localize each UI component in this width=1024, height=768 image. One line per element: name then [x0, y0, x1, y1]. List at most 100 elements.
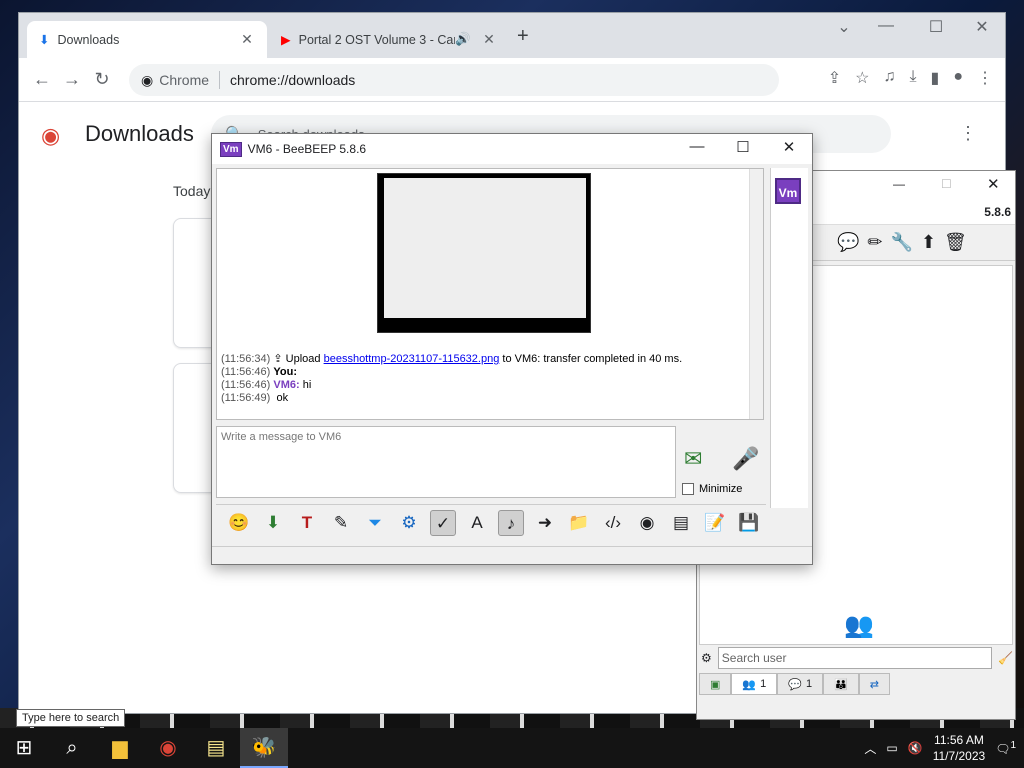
notepad-icon[interactable]: ▤: [192, 728, 240, 768]
browser-toolbar: ← → ↻ ◉ Chrome chrome://downloads ⇪ ☆ ♫ …: [19, 58, 1005, 102]
upload-icon[interactable]: ⬆: [921, 232, 936, 253]
chat-titlebar: Vm VM6 - BeeBEEP 5.8.6 — ☐ ✕: [212, 134, 812, 164]
tab-users[interactable]: 👥 1: [731, 673, 778, 695]
screenshot-thumbnail[interactable]: [377, 173, 591, 333]
tools-icon[interactable]: 🔧: [891, 232, 913, 253]
omnibox-divider: [219, 71, 221, 89]
taskbar-search-hint: Type here to search: [16, 709, 126, 727]
message-input[interactable]: Write a message to VM6: [216, 426, 676, 498]
member-avatar[interactable]: Vm: [775, 178, 801, 204]
users-icon: 👥: [742, 678, 757, 691]
chat-icon[interactable]: 💬: [837, 232, 859, 253]
date-section-today: Today: [173, 183, 211, 199]
font-icon[interactable]: T: [294, 510, 320, 536]
bookmark-star-icon[interactable]: ☆: [855, 68, 869, 88]
color-icon[interactable]: ✎: [328, 510, 354, 536]
minimize-button[interactable]: —: [869, 17, 903, 35]
filter-icon[interactable]: ⏷: [362, 510, 388, 536]
vm-app-icon: Vm: [220, 141, 242, 157]
chrome-logo-icon: ◉: [41, 123, 61, 148]
send-folder-icon[interactable]: 📁: [566, 510, 592, 536]
chrome-icon: ◉: [141, 71, 154, 88]
file-explorer-icon[interactable]: ▆: [96, 728, 144, 768]
tab-groups[interactable]: 👪: [823, 673, 859, 695]
new-tab-button[interactable]: +: [517, 25, 529, 48]
notification-center-icon[interactable]: 🗨1: [995, 740, 1016, 756]
menu-dots-icon[interactable]: ⋮: [977, 68, 993, 88]
maximize-button[interactable]: ☐: [720, 138, 766, 156]
upload-icon: ⇪: [273, 353, 286, 365]
spellcheck-icon[interactable]: ✓: [430, 509, 456, 536]
maximize-button[interactable]: ☐: [941, 177, 952, 191]
nudge-icon[interactable]: ⬇: [260, 510, 286, 536]
tab-title: Portal 2 OST Volume 3 - Car: [298, 32, 456, 47]
side-panel-icon[interactable]: ▮: [931, 68, 940, 88]
window-title: VM6 - BeeBEEP 5.8.6: [247, 142, 367, 156]
close-button[interactable]: ✕: [766, 138, 812, 156]
downloads-icon[interactable]: ⤓: [909, 68, 916, 88]
close-tab-icon[interactable]: ✕: [481, 31, 497, 48]
clock[interactable]: 11:56 AM 11/7/2023: [933, 732, 986, 764]
edit-icon[interactable]: ✏: [867, 232, 882, 253]
search-icon[interactable]: ⌕: [48, 728, 96, 768]
microphone-icon[interactable]: 🎤: [732, 446, 759, 472]
tab-home[interactable]: ▣: [699, 673, 732, 695]
tab-downloads[interactable]: ⬇ Downloads ✕: [27, 21, 267, 58]
tab-chats[interactable]: 💬 1: [777, 673, 824, 695]
tab-search-icon[interactable]: ⌄: [827, 17, 861, 37]
minimize-button[interactable]: —: [674, 138, 720, 155]
minimize-button[interactable]: —: [893, 177, 905, 191]
profile-avatar-icon[interactable]: ●: [953, 68, 963, 88]
file-link[interactable]: beesshottmp-20231107-115632.png: [324, 353, 500, 365]
download-icon: ⬇: [39, 33, 50, 47]
send-file-icon[interactable]: ➜: [532, 510, 558, 536]
tab-youtube[interactable]: ▶ Portal 2 OST Volume 3 - Car 🔊 ✕: [269, 21, 509, 58]
back-icon[interactable]: ←: [27, 69, 57, 90]
minimize-checkbox[interactable]: [682, 483, 694, 495]
message-list: (11:56:34) ⇪ Upload beesshottmp-20231107…: [221, 353, 682, 405]
search-user-input[interactable]: Search user: [717, 647, 993, 669]
trash-icon[interactable]: 🗑: [944, 232, 967, 253]
media-control-icon[interactable]: ♫: [883, 68, 895, 88]
message-line: (11:56:49) ok: [221, 392, 682, 405]
note-icon[interactable]: ♪: [498, 509, 524, 536]
dictionary-icon[interactable]: A: [464, 510, 490, 536]
beebeep-taskbar-icon[interactable]: 🐝: [240, 728, 288, 768]
close-button[interactable]: ✕: [965, 17, 999, 37]
address-bar[interactable]: ◉ Chrome chrome://downloads: [129, 64, 779, 96]
close-button[interactable]: ✕: [987, 175, 1000, 193]
home-icon: ▣: [710, 678, 721, 691]
audio-playing-icon[interactable]: 🔊: [455, 32, 471, 47]
screenshot-icon[interactable]: ◉: [634, 510, 660, 536]
html-icon[interactable]: ‹/›: [600, 510, 626, 536]
emoticon-icon[interactable]: 😊: [226, 510, 252, 536]
network-icon[interactable]: ▭: [886, 741, 897, 755]
chrome-icon[interactable]: ◉: [144, 728, 192, 768]
forward-icon[interactable]: →: [57, 69, 87, 90]
reload-icon[interactable]: ↻: [87, 69, 117, 90]
send-icon[interactable]: ✉: [684, 446, 702, 472]
scrollbar[interactable]: [749, 169, 763, 419]
maximize-button[interactable]: ☐: [919, 17, 953, 37]
save-icon[interactable]: 💾: [736, 510, 762, 536]
tab-count: 1: [760, 678, 767, 690]
url-text: chrome://downloads: [230, 72, 356, 88]
volume-muted-icon[interactable]: 🔇: [908, 741, 923, 755]
minimize-checkbox-row[interactable]: Minimize: [682, 483, 742, 495]
notes-icon[interactable]: 📝: [702, 510, 728, 536]
message-text: to VM6: transfer completed in 40 ms.: [499, 353, 683, 365]
more-options-icon[interactable]: ⋮: [959, 123, 977, 144]
close-tab-icon[interactable]: ✕: [239, 31, 255, 48]
settings-icon[interactable]: ⚙: [396, 510, 422, 536]
tab-share[interactable]: ⇄: [858, 673, 890, 695]
show-hidden-icons-icon[interactable]: ︿: [864, 740, 876, 757]
tab-strip: ⬇ Downloads ✕ ▶ Portal 2 OST Volume 3 - …: [19, 13, 1005, 58]
clear-search-icon[interactable]: 🧹: [998, 651, 1013, 665]
gear-icon[interactable]: ⚙: [701, 651, 712, 665]
user-search-row: ⚙ Search user 🧹: [701, 645, 1013, 671]
message-text: Upload: [285, 353, 324, 365]
start-windows-icon[interactable]: ⊞: [0, 728, 48, 768]
history-icon[interactable]: ▤: [668, 510, 694, 536]
tab-count: 1: [805, 678, 813, 690]
share-icon[interactable]: ⇪: [828, 68, 841, 88]
